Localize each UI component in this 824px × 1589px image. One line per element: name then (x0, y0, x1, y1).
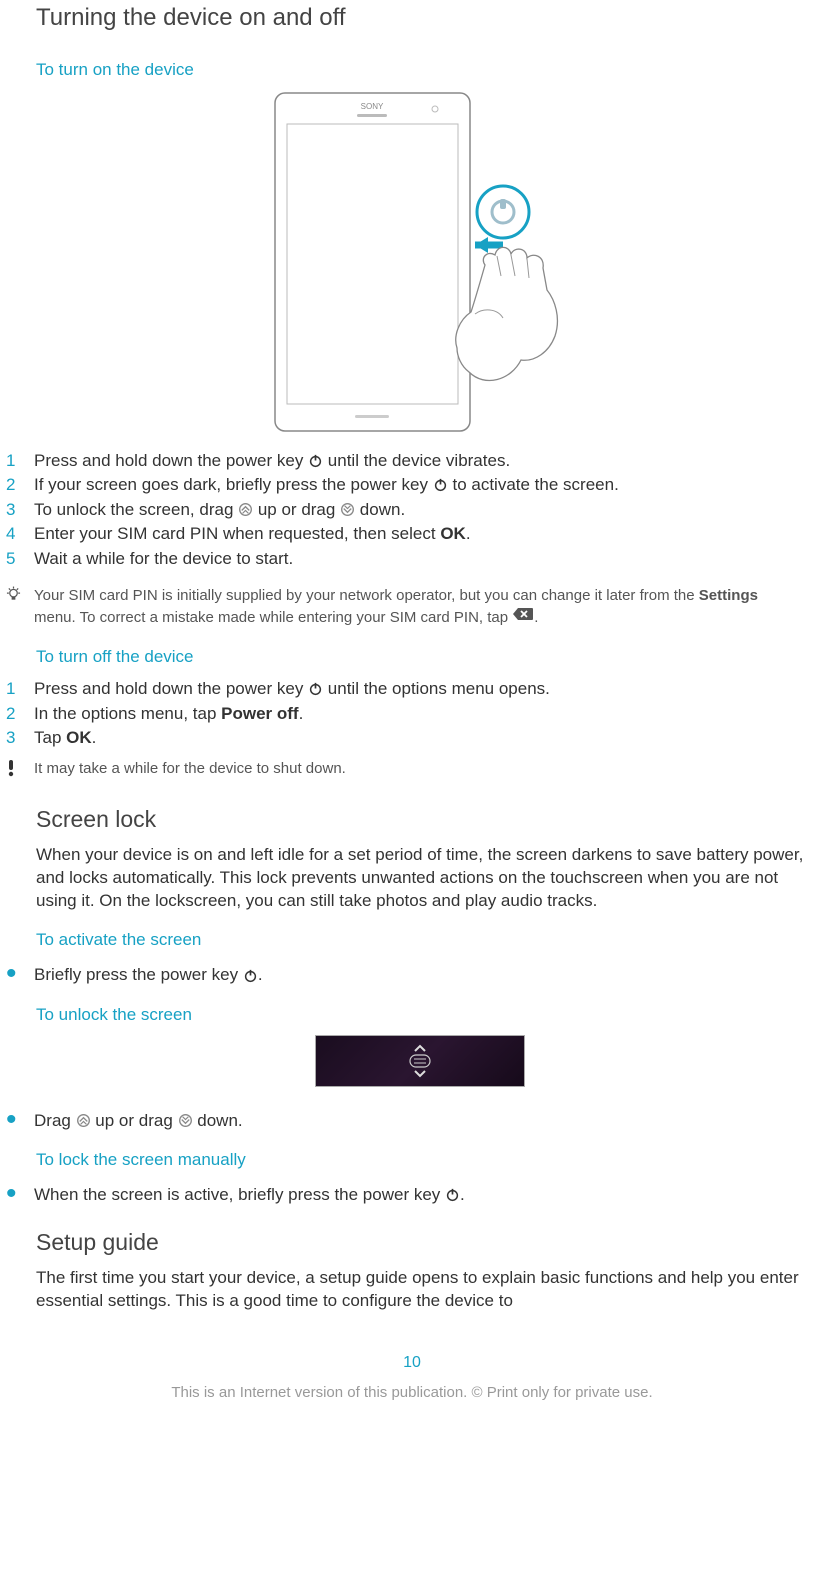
step-number: 2 (6, 702, 34, 725)
paragraph: When your device is on and left idle for… (36, 843, 804, 912)
section-heading: Turning the device on and off (36, 0, 804, 32)
step-text: In the options menu, tap Power off. (34, 702, 804, 725)
step-row: 4 Enter your SIM card PIN when requested… (6, 522, 804, 545)
subheading-activate: To activate the screen (36, 930, 804, 950)
lockscreen-image (315, 1035, 525, 1087)
phone-power-illustration: SONY (265, 90, 575, 434)
bullet-text: Drag up or drag down. (34, 1109, 804, 1132)
exclamation-icon (6, 759, 34, 784)
drag-down-icon (178, 1113, 193, 1128)
svg-text:SONY: SONY (361, 102, 384, 111)
bullet-row: • When the screen is active, briefly pre… (6, 1180, 804, 1206)
section-heading: Screen lock (36, 806, 804, 833)
power-icon (433, 477, 448, 492)
tip-row: Your SIM card PIN is initially supplied … (6, 586, 804, 629)
bullet-icon: • (6, 963, 34, 984)
section-heading: Setup guide (36, 1229, 804, 1256)
bullet-row: • Briefly press the power key . (6, 960, 804, 986)
step-row: 1 Press and hold down the power key unti… (6, 677, 804, 700)
bullet-text: Briefly press the power key . (34, 963, 804, 986)
step-row: 1 Press and hold down the power key unti… (6, 449, 804, 472)
step-row: 2 If your screen goes dark, briefly pres… (6, 473, 804, 496)
lockscreen-illustration (36, 1035, 804, 1092)
step-number: 5 (6, 547, 34, 570)
step-text: Press and hold down the power key until … (34, 677, 804, 700)
bullet-icon: • (6, 1183, 34, 1204)
phone-illustration: SONY (36, 90, 804, 439)
step-text: Wait a while for the device to start. (34, 547, 804, 570)
footer-text: This is an Internet version of this publ… (0, 1384, 824, 1401)
step-text: If your screen goes dark, briefly press … (34, 473, 804, 496)
drag-down-icon (340, 502, 355, 517)
steps-turn-on: 1 Press and hold down the power key unti… (36, 449, 804, 570)
tip-text: Your SIM card PIN is initially supplied … (34, 586, 804, 629)
step-number: 1 (6, 677, 34, 700)
step-text: Tap OK. (34, 726, 804, 749)
step-row: 3 To unlock the screen, drag up or drag … (6, 498, 804, 521)
bullet-text: When the screen is active, briefly press… (34, 1183, 804, 1206)
step-row: 5 Wait a while for the device to start. (6, 547, 804, 570)
lightbulb-icon (6, 586, 34, 629)
page-number: 10 (0, 1354, 824, 1372)
step-text: Enter your SIM card PIN when requested, … (34, 522, 804, 545)
drag-up-icon (76, 1113, 91, 1128)
drag-handle-icon (406, 1043, 434, 1079)
power-icon (243, 968, 258, 983)
subheading-turn-off: To turn off the device (36, 647, 804, 667)
subheading-lock-manually: To lock the screen manually (36, 1150, 804, 1170)
bullet-icon: • (6, 1109, 34, 1130)
steps-turn-off: 1 Press and hold down the power key unti… (36, 677, 804, 749)
bullet-row: • Drag up or drag down. (6, 1106, 804, 1132)
paragraph: The first time you start your device, a … (36, 1266, 804, 1312)
subheading-turn-on: To turn on the device (36, 60, 804, 80)
step-row: 3 Tap OK. (6, 726, 804, 749)
power-icon (308, 681, 323, 696)
step-text: To unlock the screen, drag up or drag do… (34, 498, 804, 521)
step-number: 2 (6, 473, 34, 496)
step-number: 3 (6, 498, 34, 521)
step-number: 1 (6, 449, 34, 472)
drag-up-icon (238, 502, 253, 517)
power-icon (308, 453, 323, 468)
step-row: 2 In the options menu, tap Power off. (6, 702, 804, 725)
subheading-unlock: To unlock the screen (36, 1005, 804, 1025)
manual-page: Turning the device on and off To turn on… (0, 0, 824, 1401)
warning-text: It may take a while for the device to sh… (34, 759, 804, 784)
delete-icon (512, 606, 534, 628)
content: Turning the device on and off To turn on… (0, 0, 824, 1312)
power-icon (445, 1187, 460, 1202)
step-text: Press and hold down the power key until … (34, 449, 804, 472)
step-number: 4 (6, 522, 34, 545)
step-number: 3 (6, 726, 34, 749)
warning-row: It may take a while for the device to sh… (6, 759, 804, 784)
